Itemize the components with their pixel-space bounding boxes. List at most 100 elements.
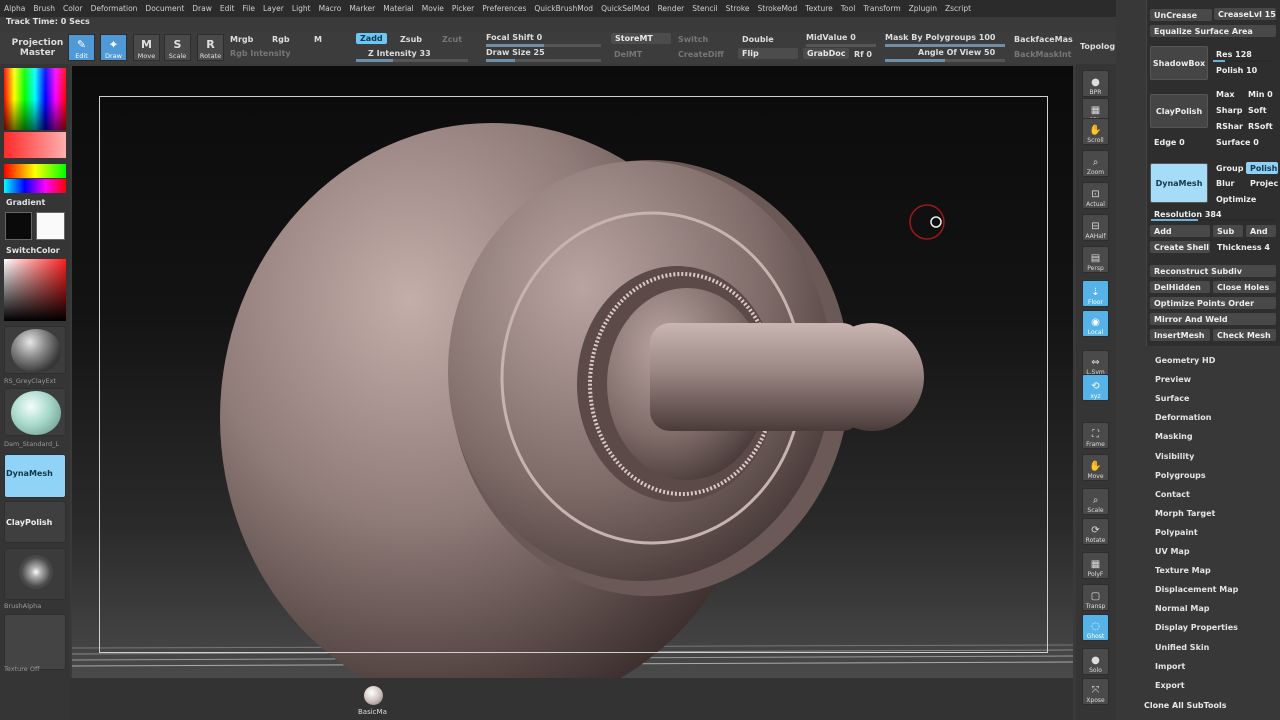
menu-item-strokemod[interactable]: StrokeMod	[758, 4, 798, 13]
main-color-swatch[interactable]	[36, 212, 65, 240]
menu-item-zscript[interactable]: Zscript	[945, 4, 971, 13]
basic-material-icon[interactable]	[364, 686, 383, 705]
reconstruct-subdiv-button[interactable]: Reconstruct Subdiv	[1150, 265, 1276, 277]
menu-item-quickselmod[interactable]: QuickSelMod	[601, 4, 650, 13]
menu-item-brush[interactable]: Brush	[33, 4, 55, 13]
m-button[interactable]: M	[314, 35, 322, 44]
subpalette-normal-map[interactable]: Normal Map	[1155, 604, 1209, 613]
texture-slot[interactable]	[4, 614, 66, 670]
shelf-button-frame[interactable]: ⛶ Frame	[1082, 422, 1109, 449]
subpalette-polygroups[interactable]: Polygroups	[1155, 471, 1206, 480]
equalize-surface-area-button[interactable]: Equalize Surface Area	[1150, 25, 1276, 37]
uncrease-button[interactable]: UnCrease	[1150, 9, 1212, 21]
close-holes-button[interactable]: Close Holes	[1213, 281, 1276, 293]
z-intensity-track[interactable]	[356, 59, 468, 62]
menu-item-marker[interactable]: Marker	[349, 4, 375, 13]
creaselvl-slider[interactable]: CreaseLvl 15	[1214, 8, 1276, 20]
hue-strip-2[interactable]	[4, 179, 66, 193]
color-square[interactable]	[4, 259, 66, 321]
shelf-button-aahalf[interactable]: ⊟ AAHalf	[1082, 214, 1109, 241]
shelf-button-scroll[interactable]: ✋ Scroll	[1082, 118, 1109, 145]
shelf-button-ghost[interactable]: ◌ Ghost	[1082, 614, 1109, 641]
midvalue-slider[interactable]: MidValue 0	[806, 33, 856, 42]
menu-item-color[interactable]: Color	[63, 4, 83, 13]
min-slider[interactable]: Min 0	[1244, 88, 1276, 100]
shelf-button-xpose[interactable]: ⤧ Xpose	[1082, 678, 1109, 705]
project-toggle[interactable]: Projec	[1246, 177, 1278, 189]
alpha-slot[interactable]	[4, 548, 66, 600]
menu-item-picker[interactable]: Picker	[452, 4, 474, 13]
shelf-button-move[interactable]: ✋ Move	[1082, 454, 1109, 481]
draw-size-track[interactable]	[486, 59, 601, 62]
menu-item-light[interactable]: Light	[292, 4, 311, 13]
zadd-button[interactable]: Zadd	[356, 33, 387, 44]
flip-button[interactable]: Flip	[738, 48, 798, 59]
focal-shift-slider[interactable]: Focal Shift 0	[486, 33, 542, 42]
rotate-button[interactable]: R Rotate	[197, 34, 224, 61]
shelf-button-rotate[interactable]: ⟳ Rotate	[1082, 518, 1109, 545]
menu-item-macro[interactable]: Macro	[319, 4, 342, 13]
menu-item-stencil[interactable]: Stencil	[692, 4, 717, 13]
subpalette-uv-map[interactable]: UV Map	[1155, 547, 1190, 556]
menu-item-edit[interactable]: Edit	[220, 4, 235, 13]
shelf-button-scale[interactable]: ⌕ Scale	[1082, 488, 1109, 515]
soft-slider[interactable]: Soft	[1244, 104, 1276, 116]
menu-item-document[interactable]: Document	[145, 4, 184, 13]
menu-item-tool[interactable]: Tool	[841, 4, 856, 13]
projection-master-button[interactable]: Projection Master	[10, 38, 65, 58]
subpalette-contact[interactable]: Contact	[1155, 490, 1190, 499]
subpalette-display-properties[interactable]: Display Properties	[1155, 623, 1238, 632]
menu-item-zplugin[interactable]: Zplugin	[909, 4, 937, 13]
dynamesh-tray-button[interactable]: DynaMesh	[1150, 163, 1208, 203]
backmaskint-slider[interactable]: BackMaskInt	[1014, 50, 1072, 59]
menu-item-deformation[interactable]: Deformation	[91, 4, 138, 13]
focal-shift-track[interactable]	[486, 44, 601, 47]
sub-button[interactable]: Sub	[1213, 225, 1243, 237]
delmt-button[interactable]: DelMT	[614, 50, 642, 59]
zsub-button[interactable]: Zsub	[400, 35, 422, 44]
subpalette-unified-skin[interactable]: Unified Skin	[1155, 643, 1209, 652]
rgb-button[interactable]: Rgb	[272, 35, 290, 44]
angle-of-view-track[interactable]	[885, 59, 1005, 62]
menu-item-draw[interactable]: Draw	[192, 4, 212, 13]
mask-by-polygroups-slider[interactable]: Mask By Polygroups 100	[885, 33, 995, 42]
double-button[interactable]: Double	[742, 35, 774, 44]
thickness-slider[interactable]: Thickness 4	[1213, 241, 1276, 253]
angle-of-view-slider[interactable]: Angle Of View 50	[918, 48, 995, 57]
res-slider[interactable]: Res 128	[1212, 48, 1276, 60]
scale-button[interactable]: S Scale	[164, 34, 191, 61]
backfacemask-button[interactable]: BackfaceMas	[1014, 35, 1073, 44]
subpalette-preview[interactable]: Preview	[1155, 375, 1191, 384]
shadowbox-button[interactable]: ShadowBox	[1150, 46, 1208, 80]
menu-item-alpha[interactable]: Alpha	[4, 4, 25, 13]
mask-by-polygroups-track[interactable]	[885, 44, 1005, 47]
menu-item-render[interactable]: Render	[658, 4, 685, 13]
sharp-slider[interactable]: Sharp	[1212, 104, 1244, 116]
rf-slider[interactable]: Rf 0	[854, 50, 872, 59]
grabdoc-button[interactable]: GrabDoc	[803, 48, 849, 59]
brush-slot[interactable]	[4, 388, 66, 436]
rsharp-slider[interactable]: RShar	[1212, 120, 1244, 132]
mrgb-button[interactable]: Mrgb	[230, 35, 253, 44]
menu-item-stroke[interactable]: Stroke	[726, 4, 750, 13]
max-button[interactable]: Max	[1212, 88, 1244, 100]
shelf-button-polyf[interactable]: ▦ PolyF	[1082, 552, 1109, 579]
draw-size-slider[interactable]: Draw Size 25	[486, 48, 545, 57]
edit-button[interactable]: ✎ Edit	[68, 34, 95, 61]
polish-slider[interactable]: Polish 10	[1212, 64, 1276, 76]
delhidden-button[interactable]: DelHidden	[1150, 281, 1210, 293]
shelf-button-xyz[interactable]: ⟲ xyz	[1082, 374, 1109, 401]
storemt-button[interactable]: StoreMT	[611, 33, 671, 44]
switch-button[interactable]: Switch	[678, 35, 708, 44]
subpalette-polypaint[interactable]: Polypaint	[1155, 528, 1198, 537]
move-button[interactable]: M Move	[133, 34, 160, 61]
optimize-toggle[interactable]: Optimize	[1212, 193, 1276, 205]
gradient-strip[interactable]	[4, 132, 66, 158]
shelf-button-l-sym[interactable]: ⇔ L.Sym	[1082, 350, 1109, 377]
menu-item-layer[interactable]: Layer	[263, 4, 284, 13]
subpalette-import[interactable]: Import	[1155, 662, 1185, 671]
material-slot[interactable]	[4, 326, 66, 374]
switchcolor-button[interactable]: SwitchColor	[6, 246, 60, 255]
menu-item-movie[interactable]: Movie	[422, 4, 444, 13]
draw-button[interactable]: ⌖ Draw	[100, 34, 127, 61]
